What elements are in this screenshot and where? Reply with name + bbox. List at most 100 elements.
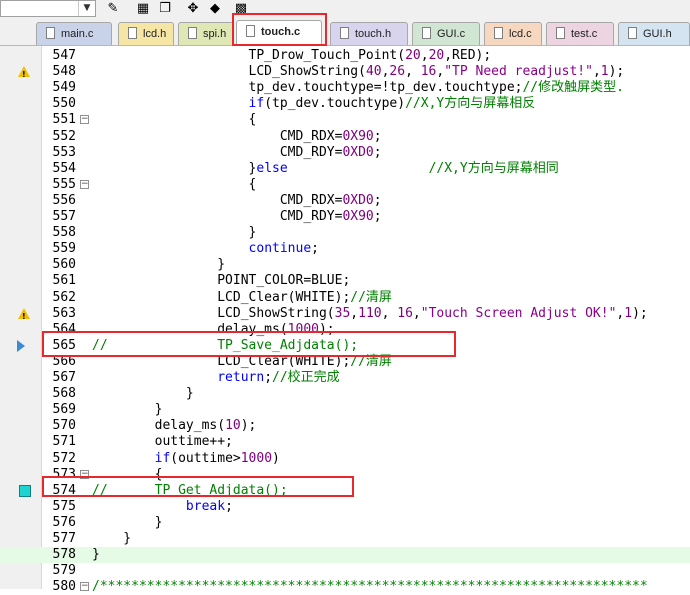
tab-lcd-c[interactable]: lcd.c — [484, 22, 542, 45]
code-token: 0XD0 — [342, 193, 374, 208]
tab-lcd-h[interactable]: lcd.h — [118, 22, 174, 45]
code-line[interactable]: 551− { — [0, 112, 690, 128]
line-number: 569 — [52, 402, 76, 417]
code-line[interactable]: 568 } — [0, 386, 690, 402]
code-line[interactable]: 571 outtime++; — [0, 434, 690, 450]
fold-collapse-icon[interactable]: − — [80, 180, 89, 189]
code-text: } — [92, 257, 225, 273]
code-text: }else //X,Y方向与屏幕相同 — [92, 161, 559, 177]
code-token: TP_Drow_Touch_Point( — [92, 48, 406, 63]
code-line[interactable]: 553 CMD_RDY=0XD0; — [0, 145, 690, 161]
tab-label: GUI.c — [437, 28, 466, 40]
code-line[interactable]: 570 delay_ms(10); — [0, 418, 690, 434]
line-number: 575 — [52, 499, 76, 514]
code-token: break — [185, 499, 226, 514]
line-number: 571 — [52, 434, 76, 449]
code-line[interactable]: 557 CMD_RDY=0X90; — [0, 209, 690, 225]
line-number: 577 — [52, 531, 76, 546]
execution-arrow-icon[interactable] — [17, 340, 25, 352]
target-dropdown[interactable]: ▼ — [0, 0, 96, 17]
code-token: , — [412, 306, 421, 321]
code-token: 20 — [405, 48, 421, 63]
code-token: 35 — [334, 306, 351, 321]
breakpoint-icon[interactable] — [19, 485, 31, 497]
fold-collapse-icon[interactable]: − — [80, 115, 89, 124]
code-line[interactable]: 577 } — [0, 531, 690, 547]
code-line[interactable]: 579 — [0, 563, 690, 579]
code-token: CMD_RDY= — [92, 145, 343, 160]
tab-label: GUI.h — [643, 28, 672, 40]
code-text: { — [92, 177, 257, 193]
code-token: /***************************************… — [92, 579, 648, 594]
build-icon[interactable]: ✎ — [104, 0, 122, 17]
code-line[interactable]: 555− { — [0, 177, 690, 193]
line-number: 550 — [52, 96, 76, 111]
code-token: 26 — [389, 64, 406, 79]
code-line[interactable]: 575 break; — [0, 499, 690, 515]
tab-label: lcd.c — [509, 28, 532, 40]
code-line[interactable]: 563 LCD_ShowString(35,110, 16,"Touch Scr… — [0, 306, 690, 325]
code-line[interactable]: 576 } — [0, 515, 690, 531]
chevron-down-icon[interactable]: ▼ — [78, 1, 95, 16]
code-line[interactable]: 569 } — [0, 402, 690, 418]
code-line[interactable]: 562 LCD_Clear(WHITE);//清屏 — [0, 290, 690, 306]
line-number: 563 — [52, 306, 76, 321]
code-token: ; — [373, 129, 382, 144]
code-line[interactable]: 550 if(tp_dev.touchtype)//X,Y方向与屏幕相反 — [0, 96, 690, 112]
code-line[interactable]: 580−/***********************************… — [0, 579, 690, 595]
tab-gui-c[interactable]: GUI.c — [412, 22, 480, 45]
code-token: ; — [311, 241, 319, 256]
code-token: } — [92, 515, 163, 530]
code-token: else — [256, 161, 288, 176]
tab-main-c[interactable]: main.c — [36, 22, 112, 45]
code-text: } — [92, 531, 131, 547]
settings-icon[interactable]: ◆ — [206, 0, 224, 17]
code-line[interactable]: 572 if(outtime>1000) — [0, 451, 690, 467]
tab-test-c[interactable]: test.c — [546, 22, 614, 45]
file-icon — [128, 27, 137, 39]
code-line[interactable]: 549 tp_dev.touchtype=!tp_dev.touchtype;/… — [0, 80, 690, 96]
code-line[interactable]: 547 TP_Drow_Touch_Point(20,20,RED); — [0, 48, 690, 64]
code-token: ) — [272, 451, 280, 466]
code-text: LCD_ShowString(40,26, 16,"TP Need readju… — [92, 64, 625, 80]
tab-touch-h[interactable]: touch.h — [330, 22, 408, 45]
code-text: TP_Drow_Touch_Point(20,20,RED); — [92, 48, 492, 64]
tab-label: lcd.h — [143, 28, 167, 40]
code-line[interactable]: 560 } — [0, 257, 690, 273]
code-token: 20 — [428, 48, 445, 63]
code-token: 16 — [420, 64, 437, 79]
tab-gui-h[interactable]: GUI.h — [618, 22, 690, 45]
code-token: CMD_RDX= — [92, 193, 343, 208]
code-token: 1 — [600, 64, 609, 79]
code-line[interactable]: 548 LCD_ShowString(40,26, 16,"TP Need re… — [0, 64, 690, 83]
code-token: //清屏 — [350, 290, 392, 305]
line-number: 561 — [52, 273, 76, 288]
code-token: 110 — [358, 306, 382, 321]
code-line[interactable]: 561 POINT_COLOR=BLUE; — [0, 273, 690, 289]
code-token: 1000 — [240, 451, 273, 466]
code-line[interactable]: 554 }else //X,Y方向与屏幕相同 — [0, 161, 690, 177]
warning-icon — [18, 308, 30, 325]
code-line[interactable]: 559 continue; — [0, 241, 690, 257]
code-text: POINT_COLOR=BLUE; — [92, 273, 350, 289]
debug-icon[interactable]: ✥ — [184, 0, 202, 17]
code-line[interactable]: 558 } — [0, 225, 690, 241]
code-token: ); — [240, 418, 257, 433]
code-line[interactable]: 578} — [0, 547, 690, 563]
fold-collapse-icon[interactable]: − — [80, 582, 89, 591]
line-number: 580 — [52, 579, 76, 594]
copy-icon[interactable]: ❐ — [156, 0, 174, 17]
code-token: ; — [264, 370, 273, 385]
code-line[interactable]: 567 return;//校正完成 — [0, 370, 690, 386]
code-token: ); — [632, 306, 648, 321]
code-token: "Touch Screen Adjust OK!" — [420, 306, 617, 321]
code-token: } — [92, 531, 132, 546]
code-line[interactable]: 556 CMD_RDX=0XD0; — [0, 193, 690, 209]
code-text: if(outtime>1000) — [92, 451, 280, 467]
code-token: tp_dev.touchtype=!tp_dev.touchtype; — [92, 80, 523, 95]
line-number: 552 — [52, 129, 76, 144]
load-icon[interactable]: ▦ — [134, 0, 152, 17]
code-line[interactable]: 552 CMD_RDX=0X90; — [0, 129, 690, 145]
tab-spi-h[interactable]: spi.h — [178, 22, 234, 45]
